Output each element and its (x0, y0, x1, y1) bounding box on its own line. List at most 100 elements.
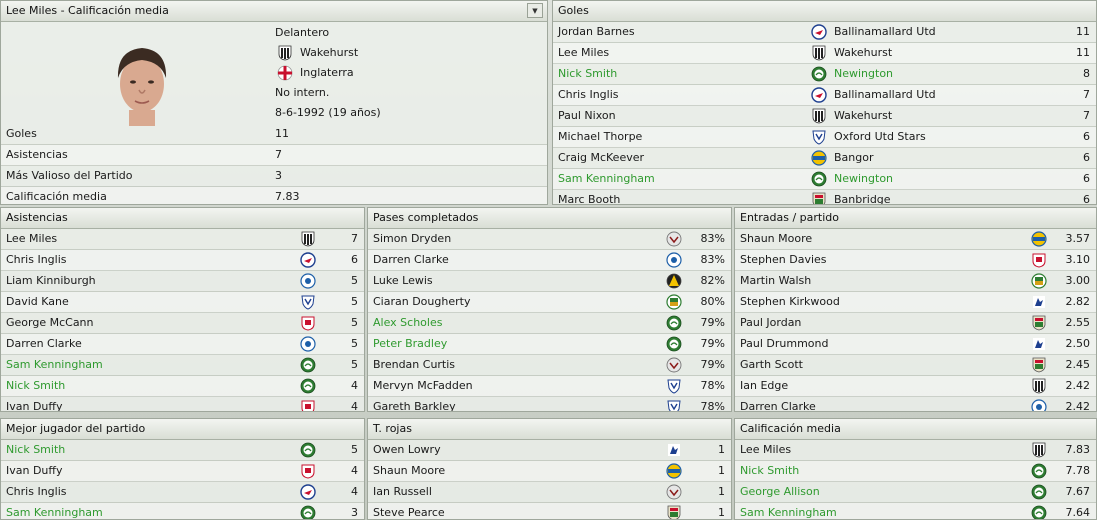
goals-row[interactable]: Marc Booth Banbridge 6 (553, 190, 1096, 204)
player-name[interactable]: Sam Kenningham (6, 503, 103, 519)
redcards-row[interactable]: Steve Pearce 1 (368, 503, 731, 519)
profile-menu-button[interactable]: ▼ (527, 3, 543, 18)
redcards-row[interactable]: Shaun Moore 1 (368, 461, 731, 482)
passes-row[interactable]: Peter Bradley 79% (368, 334, 731, 355)
goals-row[interactable]: Chris Inglis Ballinamallard Utd 7 (553, 85, 1096, 106)
passes-row[interactable]: Luke Lewis 82% (368, 271, 731, 292)
player-name[interactable]: Sam Kenningham (740, 503, 837, 519)
goals-row[interactable]: Sam Kenningham Newington 6 (553, 169, 1096, 190)
redcards-row[interactable]: Owen Lowry 1 (368, 440, 731, 461)
tackles-row[interactable]: Stephen Kirkwood 2.82 (735, 292, 1096, 313)
player-name[interactable]: Owen Lowry (373, 440, 441, 460)
player-name[interactable]: Nick Smith (6, 376, 65, 396)
goals-row[interactable]: Paul Nixon Wakehurst 7 (553, 106, 1096, 127)
player-name[interactable]: Sam Kenningham (6, 355, 103, 375)
tackles-row[interactable]: Paul Jordan 2.55 (735, 313, 1096, 334)
passes-row[interactable]: Alex Scholes 79% (368, 313, 731, 334)
player-name[interactable]: George McCann (6, 313, 94, 333)
player-name[interactable]: Stephen Davies (740, 250, 827, 270)
avgrating-row[interactable]: Lee Miles 7.83 (735, 440, 1096, 461)
player-name[interactable]: Garth Scott (740, 355, 803, 375)
avgrating-row[interactable]: Nick Smith 7.78 (735, 461, 1096, 482)
tackles-row[interactable]: Garth Scott 2.45 (735, 355, 1096, 376)
player-name[interactable]: Paul Jordan (740, 313, 801, 333)
goals-row[interactable]: Craig McKeever Bangor 6 (553, 148, 1096, 169)
player-name[interactable]: Darren Clarke (373, 250, 449, 270)
assists-row[interactable]: David Kane 5 (1, 292, 364, 313)
club-name[interactable]: Oxford Utd Stars (834, 127, 926, 147)
player-name[interactable]: Darren Clarke (740, 397, 816, 411)
player-name[interactable]: Michael Thorpe (558, 127, 642, 147)
player-name[interactable]: Paul Nixon (558, 106, 616, 126)
player-name[interactable]: Alex Scholes (373, 313, 442, 333)
player-name[interactable]: George Allison (740, 482, 820, 502)
player-name[interactable]: Ciaran Dougherty (373, 292, 470, 312)
assists-row[interactable]: Nick Smith 4 (1, 376, 364, 397)
player-name[interactable]: Nick Smith (558, 64, 617, 84)
tackles-row[interactable]: Martin Walsh 3.00 (735, 271, 1096, 292)
player-name[interactable]: Liam Kinniburgh (6, 271, 96, 291)
club-name[interactable]: Banbridge (834, 190, 891, 204)
player-name[interactable]: Steve Pearce (373, 503, 445, 519)
goals-row[interactable]: Nick Smith Newington 8 (553, 64, 1096, 85)
player-name[interactable]: Sam Kenningham (558, 169, 655, 189)
club-name[interactable]: Wakehurst (834, 43, 892, 63)
player-name[interactable]: Darren Clarke (6, 334, 82, 354)
passes-row[interactable]: Mervyn McFadden 78% (368, 376, 731, 397)
player-name[interactable]: Marc Booth (558, 190, 620, 204)
club-name[interactable]: Newington (834, 169, 893, 189)
player-name[interactable]: Nick Smith (740, 461, 799, 481)
player-name[interactable]: David Kane (6, 292, 69, 312)
player-name[interactable]: Lee Miles (6, 229, 57, 249)
player-name[interactable]: Chris Inglis (558, 85, 619, 105)
player-name[interactable]: Lee Miles (740, 440, 791, 460)
profile-nation-name[interactable]: Inglaterra (300, 66, 354, 79)
motm-row[interactable]: Nick Smith 5 (1, 440, 364, 461)
player-name[interactable]: Ivan Duffy (6, 397, 63, 411)
player-name[interactable]: Shaun Moore (373, 461, 445, 481)
player-name[interactable]: Ian Edge (740, 376, 788, 396)
assists-row[interactable]: Chris Inglis 6 (1, 250, 364, 271)
profile-club-name[interactable]: Wakehurst (300, 46, 358, 59)
club-name[interactable]: Ballinamallard Utd (834, 22, 936, 42)
player-name[interactable]: Luke Lewis (373, 271, 433, 291)
player-name[interactable]: Nick Smith (6, 440, 65, 460)
passes-row[interactable]: Simon Dryden 83% (368, 229, 731, 250)
player-name[interactable]: Lee Miles (558, 43, 609, 63)
player-name[interactable]: Gareth Barkley (373, 397, 456, 411)
motm-row[interactable]: Ivan Duffy 4 (1, 461, 364, 482)
goals-row[interactable]: Michael Thorpe Oxford Utd Stars 6 (553, 127, 1096, 148)
player-name[interactable]: Paul Drummond (740, 334, 828, 354)
tackles-row[interactable]: Paul Drummond 2.50 (735, 334, 1096, 355)
player-name[interactable]: Simon Dryden (373, 229, 451, 249)
player-name[interactable]: Ivan Duffy (6, 461, 63, 481)
passes-row[interactable]: Brendan Curtis 79% (368, 355, 731, 376)
assists-row[interactable]: George McCann 5 (1, 313, 364, 334)
player-name[interactable]: Jordan Barnes (558, 22, 635, 42)
player-name[interactable]: Brendan Curtis (373, 355, 455, 375)
avgrating-row[interactable]: Sam Kenningham 7.64 (735, 503, 1096, 519)
avgrating-row[interactable]: George Allison 7.67 (735, 482, 1096, 503)
club-name[interactable]: Ballinamallard Utd (834, 85, 936, 105)
tackles-row[interactable]: Darren Clarke 2.42 (735, 397, 1096, 411)
tackles-row[interactable]: Stephen Davies 3.10 (735, 250, 1096, 271)
assists-row[interactable]: Ivan Duffy 4 (1, 397, 364, 411)
goals-row[interactable]: Lee Miles Wakehurst 11 (553, 43, 1096, 64)
tackles-row[interactable]: Shaun Moore 3.57 (735, 229, 1096, 250)
club-name[interactable]: Newington (834, 64, 893, 84)
player-name[interactable]: Chris Inglis (6, 250, 67, 270)
passes-row[interactable]: Gareth Barkley 78% (368, 397, 731, 411)
assists-row[interactable]: Darren Clarke 5 (1, 334, 364, 355)
motm-row[interactable]: Sam Kenningham 3 (1, 503, 364, 519)
assists-row[interactable]: Lee Miles 7 (1, 229, 364, 250)
player-name[interactable]: Chris Inglis (6, 482, 67, 502)
club-name[interactable]: Bangor (834, 148, 874, 168)
redcards-row[interactable]: Ian Russell 1 (368, 482, 731, 503)
goals-row[interactable]: Jordan Barnes Ballinamallard Utd 11 (553, 22, 1096, 43)
tackles-row[interactable]: Ian Edge 2.42 (735, 376, 1096, 397)
club-name[interactable]: Wakehurst (834, 106, 892, 126)
player-name[interactable]: Peter Bradley (373, 334, 447, 354)
player-name[interactable]: Shaun Moore (740, 229, 812, 249)
passes-row[interactable]: Darren Clarke 83% (368, 250, 731, 271)
player-name[interactable]: Mervyn McFadden (373, 376, 473, 396)
